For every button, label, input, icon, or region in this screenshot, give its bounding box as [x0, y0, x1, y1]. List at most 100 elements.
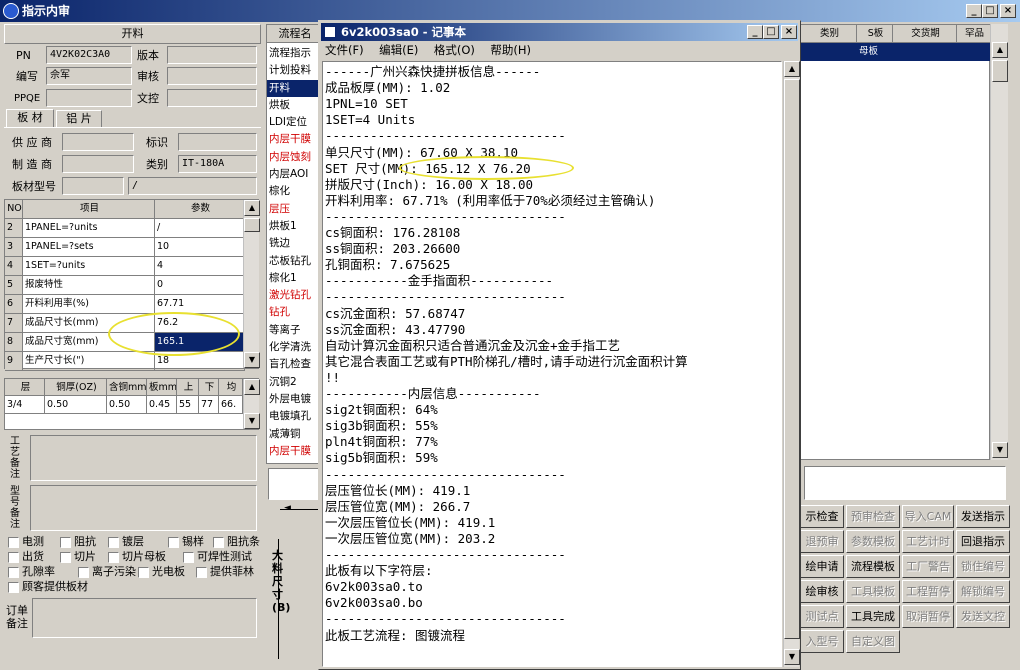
ppqe-field[interactable]	[46, 89, 132, 107]
checkbox-0-2[interactable]: 镀层	[108, 534, 144, 549]
notepad-minimize-icon[interactable]: _	[747, 25, 763, 39]
checkbox-1-3[interactable]: 可焊性测试	[183, 549, 252, 564]
scroll-down-icon[interactable]: ▼	[784, 649, 800, 665]
menu-format[interactable]: 格式(O)	[434, 43, 475, 57]
order-scrollbar[interactable]: ▲ ▼	[990, 24, 1008, 460]
scroll-up-icon[interactable]: ▲	[992, 42, 1008, 58]
checkbox-2-2[interactable]: 光电板	[138, 564, 185, 579]
notepad-close-icon[interactable]: ×	[781, 25, 797, 39]
checkbox-box[interactable]	[8, 551, 19, 563]
ctrl-field[interactable]	[167, 89, 257, 107]
menu-help[interactable]: 帮助(H)	[490, 43, 531, 57]
checkbox-0-3[interactable]: 锡样	[168, 534, 204, 549]
review-field[interactable]	[167, 67, 257, 85]
checkbox-3-0[interactable]: 顾客提供板材	[8, 579, 88, 594]
checkbox-box[interactable]	[60, 551, 71, 563]
flow-item[interactable]: 铣边	[267, 235, 323, 252]
order-grid[interactable]: 类别 S板 交货期 罕品 母板	[800, 24, 991, 460]
checkbox-2-3[interactable]: 提供菲林	[196, 564, 254, 579]
table-cell[interactable]: 55	[177, 396, 199, 414]
checkbox-2-1[interactable]: 离子污染	[78, 564, 136, 579]
checkbox-box[interactable]	[8, 536, 19, 548]
action-button[interactable]: 流程模板	[846, 555, 900, 578]
table-cell[interactable]: 10	[155, 238, 245, 257]
notepad-scrollbar[interactable]: ▲ ▼	[783, 61, 800, 667]
checkbox-0-4[interactable]: 阻抗条	[213, 534, 260, 549]
flow-item[interactable]: 烘板	[267, 97, 323, 114]
checkbox-box[interactable]	[183, 551, 194, 563]
action-button[interactable]: 发送指示	[956, 505, 1010, 528]
minimize-icon[interactable]: _	[966, 4, 982, 18]
table-cell[interactable]: 3/4	[5, 396, 45, 414]
checkbox-box[interactable]	[108, 536, 119, 548]
table-cell[interactable]: 0.45	[147, 396, 177, 414]
table-cell[interactable]: 66.	[219, 396, 243, 414]
flow-input[interactable]	[268, 468, 320, 500]
checkbox-box[interactable]	[196, 566, 207, 578]
close-icon[interactable]: ×	[1000, 4, 1016, 18]
flow-item[interactable]: 棕化	[267, 183, 323, 200]
flow-item[interactable]: 电镀填孔	[267, 408, 323, 425]
table-cell[interactable]: /	[155, 219, 245, 238]
tab-board[interactable]: 板 材	[6, 109, 54, 127]
maximize-icon[interactable]: □	[982, 4, 998, 18]
table-cell[interactable]	[801, 43, 857, 61]
mark-field[interactable]	[178, 133, 257, 151]
scroll-up-icon[interactable]: ▲	[784, 61, 800, 77]
action-button[interactable]: 自定义图	[846, 630, 900, 653]
order-note-field[interactable]	[32, 598, 257, 638]
checkbox-2-0[interactable]: 孔隙率	[8, 564, 55, 579]
flow-item[interactable]: 芯板钻孔	[267, 253, 323, 270]
checkbox-box[interactable]	[213, 536, 224, 548]
action-button[interactable]: 入型号	[800, 630, 844, 653]
scroll-down-icon[interactable]: ▼	[244, 413, 260, 429]
flow-item[interactable]: 外层电镀	[267, 391, 323, 408]
flow-item[interactable]: 减薄铜	[267, 426, 323, 443]
notepad-window[interactable]: 6v2k003sa0 - 记事本 _ □ × 文件(F) 编辑(E) 格式(O)…	[318, 20, 801, 670]
author-field[interactable]: 佘军	[46, 67, 132, 85]
model-note-field[interactable]	[30, 485, 257, 531]
scroll-thumb[interactable]	[992, 60, 1008, 82]
table-cell[interactable]: 77	[199, 396, 219, 414]
flow-item[interactable]: LDI定位	[267, 114, 323, 131]
flow-item[interactable]: 激光钻孔	[267, 287, 323, 304]
flow-list[interactable]: 流程名 流程指示 计划投料 开料 烘板 LDI定位 内层干膜 内层蚀刻 内层AOI 棕化 层压 烘板…	[266, 24, 323, 464]
table-cell[interactable]: 0.50	[107, 396, 147, 414]
action-button[interactable]: 导入CAM	[902, 505, 954, 528]
flow-item[interactable]: 盲孔检查	[267, 356, 323, 373]
layer-table[interactable]: 层铜厚(OZ) 含铜mm 板mm 上下均 3/4 0.50 0.50 0.45 55 77 66.	[4, 378, 259, 430]
notepad-titlebar[interactable]: 6v2k003sa0 - 记事本	[321, 23, 798, 41]
table-cell[interactable]: 母板	[857, 43, 893, 61]
flow-item[interactable]: 内层干膜	[267, 131, 323, 148]
table-cell[interactable]: 0	[155, 276, 245, 295]
scroll-down-icon[interactable]: ▼	[244, 352, 260, 368]
action-button[interactable]: 测试点	[800, 605, 844, 628]
checkbox-1-2[interactable]: 切片母板	[108, 549, 166, 564]
maker-field[interactable]	[62, 155, 134, 173]
layer-scrollbar[interactable]: ▲ ▼	[243, 379, 260, 429]
notepad-text-area[interactable]: ------广州兴森快捷拼板信息------ 成品板厚(MM): 1.02 1PNL…	[322, 61, 782, 667]
flow-item[interactable]: 内层AOI	[267, 166, 323, 183]
action-button[interactable]: 工厂警告	[902, 555, 954, 578]
action-button[interactable]: 工程暂停	[902, 580, 954, 603]
table-cell[interactable]	[957, 43, 991, 61]
checkbox-box[interactable]	[78, 566, 89, 578]
table-cell[interactable]	[893, 43, 957, 61]
action-button[interactable]: 解锁编号	[956, 580, 1010, 603]
flow-item[interactable]: 内层干膜	[267, 443, 323, 460]
order-input[interactable]	[804, 466, 1006, 500]
action-button[interactable]: 取消暂停	[902, 605, 954, 628]
scroll-thumb[interactable]	[244, 218, 260, 232]
flow-item[interactable]: 沉铜2	[267, 374, 323, 391]
checkbox-1-0[interactable]: 出货	[8, 549, 44, 564]
app-titlebar[interactable]: 指示内审	[0, 0, 1020, 22]
supplier-field[interactable]	[62, 133, 134, 151]
pn-field[interactable]: 4V2K02C3A0	[46, 46, 132, 64]
action-button[interactable]: 退预审	[800, 530, 844, 553]
checkbox-box[interactable]	[60, 536, 71, 548]
flow-item[interactable]: 化学清洗	[267, 339, 323, 356]
flow-item[interactable]: 烘板1	[267, 218, 323, 235]
checkbox-1-1[interactable]: 切片	[60, 549, 96, 564]
action-button[interactable]: 工艺计时	[902, 530, 954, 553]
checkbox-box[interactable]	[138, 566, 149, 578]
